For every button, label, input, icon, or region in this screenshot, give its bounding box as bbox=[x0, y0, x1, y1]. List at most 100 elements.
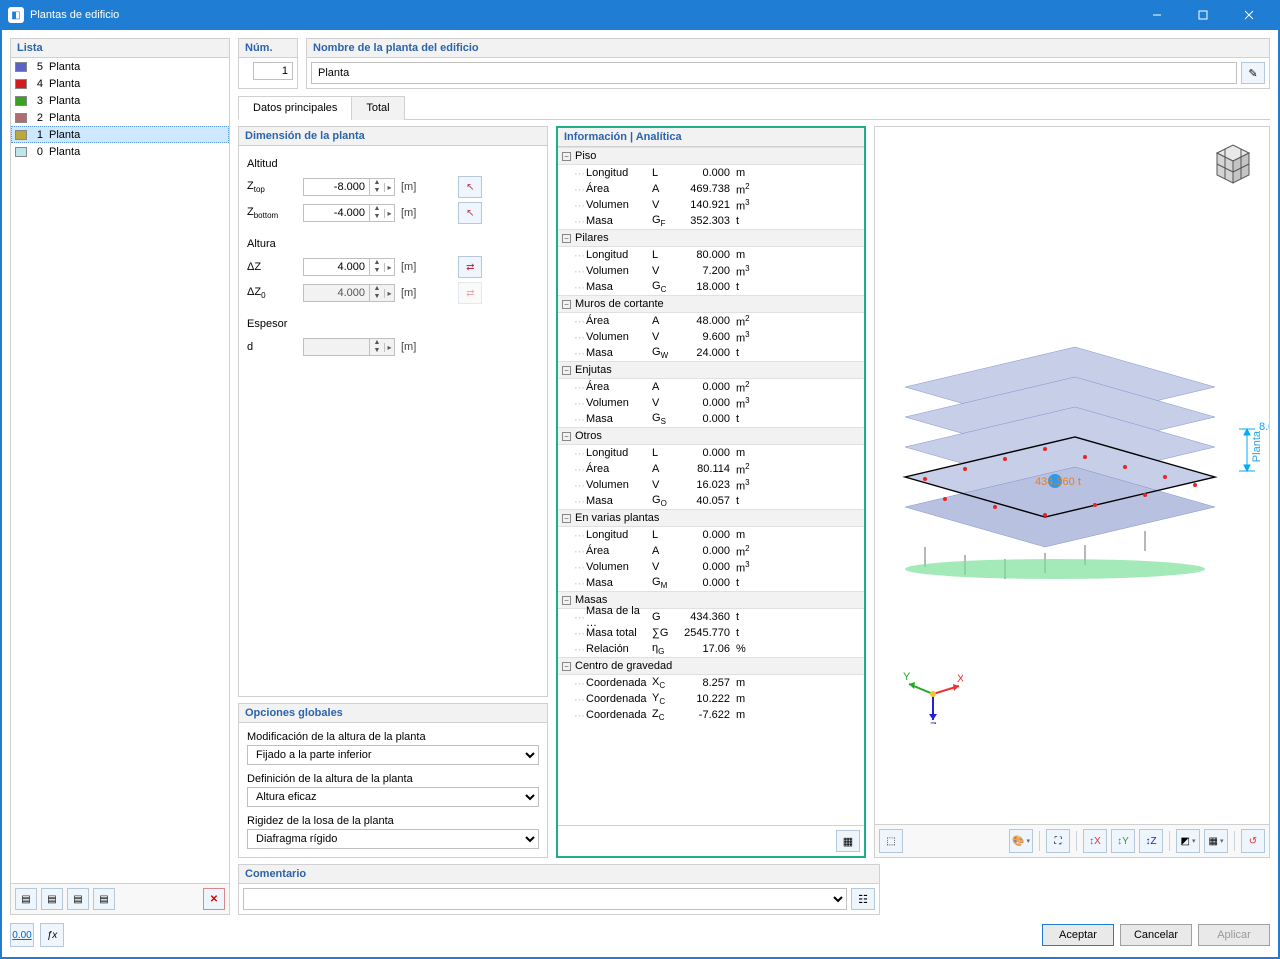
collapse-icon[interactable]: − bbox=[562, 514, 571, 523]
comment-library-icon[interactable]: ☷ bbox=[851, 888, 875, 910]
svg-text:X: X bbox=[957, 673, 963, 685]
opts-caption: Opciones globales bbox=[239, 704, 547, 723]
info-toggle-icon[interactable]: ▦ bbox=[836, 830, 860, 852]
dz-input[interactable]: ▲▼▸ bbox=[303, 258, 395, 276]
cancel-button[interactable]: Cancelar bbox=[1120, 924, 1192, 946]
view-tool-iso[interactable]: ◩ bbox=[1176, 829, 1200, 853]
color-swatch bbox=[15, 113, 27, 123]
info-group-header[interactable]: −Pilares bbox=[558, 229, 864, 247]
collapse-icon[interactable]: − bbox=[562, 596, 571, 605]
list-item[interactable]: 5 Planta bbox=[11, 58, 229, 75]
view-tool-z[interactable]: ↕Z bbox=[1139, 829, 1163, 853]
list-item-name: Planta bbox=[49, 95, 80, 107]
info-group-header[interactable]: −Piso bbox=[558, 147, 864, 165]
espesor-label: Espesor bbox=[247, 314, 539, 334]
info-group-header[interactable]: −Centro de gravedad bbox=[558, 657, 864, 675]
list-item-name: Planta bbox=[49, 61, 80, 73]
info-group-title: Pilares bbox=[575, 232, 609, 244]
apply-button[interactable]: Aplicar bbox=[1198, 924, 1270, 946]
info-row: ⋯CoordenadaZC-7.622m bbox=[558, 707, 864, 723]
collapse-icon[interactable]: − bbox=[562, 662, 571, 671]
list-item-name: Planta bbox=[49, 112, 80, 124]
altura-label: Altura bbox=[247, 234, 539, 254]
view-tool-reset[interactable]: ↺ bbox=[1241, 829, 1265, 853]
units-button[interactable]: 0.00 bbox=[10, 923, 34, 947]
info-row: ⋯LongitudL80.000m bbox=[558, 247, 864, 263]
view-tool-x[interactable]: ↕X bbox=[1083, 829, 1107, 853]
dz-action-icon[interactable]: ⇄ bbox=[458, 256, 482, 278]
svg-text:434.360 t: 434.360 t bbox=[1035, 476, 1081, 488]
info-row: ⋯ÁreaA0.000m2 bbox=[558, 379, 864, 395]
info-group-header[interactable]: −En varias plantas bbox=[558, 509, 864, 527]
info-row: ⋯LongitudL0.000m bbox=[558, 527, 864, 543]
list-item-name: Planta bbox=[49, 129, 80, 141]
tab-total[interactable]: Total bbox=[351, 96, 404, 120]
info-group-header[interactable]: −Otros bbox=[558, 427, 864, 445]
list-item[interactable]: 0 Planta bbox=[11, 143, 229, 160]
minimize-button[interactable] bbox=[1134, 0, 1180, 30]
mod-label: Modificación de la altura de la planta bbox=[247, 731, 539, 743]
collapse-icon[interactable]: − bbox=[562, 152, 571, 161]
d-input: ▲▼▸ bbox=[303, 338, 395, 356]
z-bottom-input[interactable]: ▲▼▸ bbox=[303, 204, 395, 222]
dz0-action-icon: ⇄ bbox=[458, 282, 482, 304]
list-item[interactable]: 2 Planta bbox=[11, 109, 229, 126]
viewcube-icon[interactable] bbox=[1205, 135, 1261, 191]
close-button[interactable] bbox=[1226, 0, 1272, 30]
z-top-input[interactable]: ▲▼▸ bbox=[303, 178, 395, 196]
info-group-header[interactable]: −Enjutas bbox=[558, 361, 864, 379]
color-swatch bbox=[15, 79, 27, 89]
maximize-button[interactable] bbox=[1180, 0, 1226, 30]
num-input[interactable] bbox=[253, 62, 293, 80]
list-tool-4[interactable]: ▤ bbox=[93, 888, 115, 910]
comment-input[interactable] bbox=[243, 888, 847, 910]
rename-icon[interactable]: ✎ bbox=[1241, 62, 1265, 84]
app-icon: ◧ bbox=[8, 7, 24, 23]
tab-main[interactable]: Datos principales bbox=[238, 96, 352, 120]
list-item[interactable]: 3 Planta bbox=[11, 92, 229, 109]
collapse-icon[interactable]: − bbox=[562, 300, 571, 309]
view-tool-fit[interactable]: ⛶ bbox=[1046, 829, 1070, 853]
collapse-icon[interactable]: − bbox=[562, 366, 571, 375]
unit-m: [m] bbox=[401, 181, 416, 193]
color-swatch bbox=[15, 62, 27, 72]
collapse-icon[interactable]: − bbox=[562, 432, 571, 441]
comment-caption: Comentario bbox=[239, 865, 879, 884]
info-row: ⋯VolumenV0.000m3 bbox=[558, 395, 864, 411]
num-label: Núm. bbox=[239, 39, 297, 58]
list-item[interactable]: 4 Planta bbox=[11, 75, 229, 92]
list-delete[interactable]: ✕ bbox=[203, 888, 225, 910]
collapse-icon[interactable]: − bbox=[562, 234, 571, 243]
info-group-header[interactable]: −Muros de cortante bbox=[558, 295, 864, 313]
def-label: Definición de la altura de la planta bbox=[247, 773, 539, 785]
list-panel: Lista 5 Planta 4 Planta 3 Planta 2 Plant… bbox=[10, 38, 230, 915]
rig-select[interactable]: Diafragma rígido bbox=[247, 829, 539, 849]
info-row: ⋯CoordenadaYC10.222m bbox=[558, 691, 864, 707]
function-button[interactable]: ƒx bbox=[40, 923, 64, 947]
info-group-title: Enjutas bbox=[575, 364, 612, 376]
mod-select[interactable]: Fijado a la parte inferior bbox=[247, 745, 539, 765]
info-row: ⋯Masa de la …G434.360t bbox=[558, 609, 864, 625]
ok-button[interactable]: Aceptar bbox=[1042, 924, 1114, 946]
info-row: ⋯RelaciónηG17.06% bbox=[558, 641, 864, 657]
def-select[interactable]: Altura eficaz bbox=[247, 787, 539, 807]
preview-canvas[interactable]: 434.360 t 8.000 m Planta X Y bbox=[875, 127, 1269, 824]
pick-ztop-icon[interactable]: ↖ bbox=[458, 176, 482, 198]
info-row: ⋯MasaGS0.000t bbox=[558, 411, 864, 427]
pick-zbottom-icon[interactable]: ↖ bbox=[458, 202, 482, 224]
list-tool-1[interactable]: ▤ bbox=[15, 888, 37, 910]
view-tool-1[interactable]: ⬚ bbox=[879, 829, 903, 853]
info-row: ⋯VolumenV7.200m3 bbox=[558, 263, 864, 279]
list-item[interactable]: 1 Planta bbox=[11, 126, 229, 143]
window-title: Plantas de edificio bbox=[30, 9, 119, 21]
list-tool-2[interactable]: ▤ bbox=[41, 888, 63, 910]
view-tool-y[interactable]: ↕Y bbox=[1111, 829, 1135, 853]
view-tool-color[interactable]: 🎨 bbox=[1009, 829, 1033, 853]
floor-list[interactable]: 5 Planta 4 Planta 3 Planta 2 Planta 1 Pl… bbox=[11, 58, 229, 883]
info-row: ⋯ÁreaA80.114m2 bbox=[558, 461, 864, 477]
info-row: ⋯MasaGC18.000t bbox=[558, 279, 864, 295]
name-input[interactable] bbox=[311, 62, 1237, 84]
view-tool-render[interactable]: ▦ bbox=[1204, 829, 1228, 853]
color-swatch bbox=[15, 96, 27, 106]
list-tool-3[interactable]: ▤ bbox=[67, 888, 89, 910]
